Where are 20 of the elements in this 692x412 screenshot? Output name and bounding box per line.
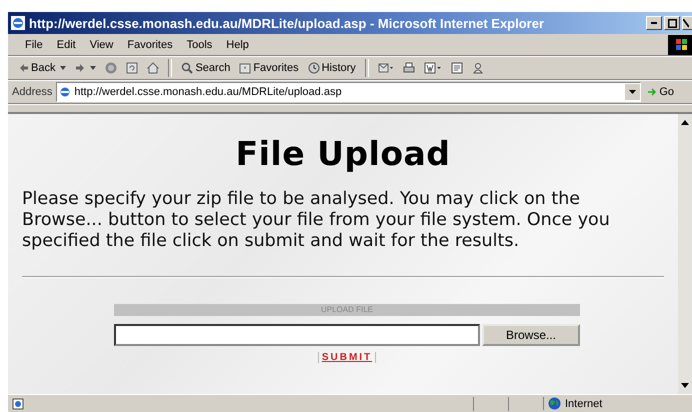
menu-item[interactable]: File	[18, 38, 50, 50]
window-title: http://werdel.csse.monash.edu.au/MDRLite/upload.asp - Microsoft Internet Explorer	[29, 16, 544, 30]
upload-file-header: UPLOAD FILE	[114, 304, 580, 316]
menu-item[interactable]: Edit	[50, 38, 83, 50]
back-button[interactable]: Back	[16, 58, 70, 78]
menu-item[interactable]: Help	[219, 38, 256, 50]
go-button[interactable]: Go	[645, 86, 688, 98]
history-button[interactable]: History	[304, 58, 359, 78]
menu-item[interactable]: Favorites	[120, 38, 180, 50]
address-field[interactable]: http://werdel.csse.monash.edu.au/MDRLite/upload.asp	[56, 82, 642, 102]
instructions-text: Please specify your zip file to be analysed. You may click on the Browse... button to select your file from your file system. Once you specified the file click on submit and wait for the results.	[22, 189, 611, 252]
favorites-button[interactable]: Favorites	[236, 58, 302, 78]
search-button[interactable]: Search	[178, 58, 234, 78]
submit-link[interactable]: SUBMIT	[318, 352, 376, 363]
security-zone-label: Internet	[565, 398, 602, 410]
menu-item[interactable]: Tools	[180, 38, 220, 50]
menu-item[interactable]: View	[82, 38, 120, 50]
address-label: Address	[12, 86, 52, 98]
browse-button[interactable]: Browse...	[482, 324, 580, 346]
page-heading: File Upload	[234, 134, 452, 173]
